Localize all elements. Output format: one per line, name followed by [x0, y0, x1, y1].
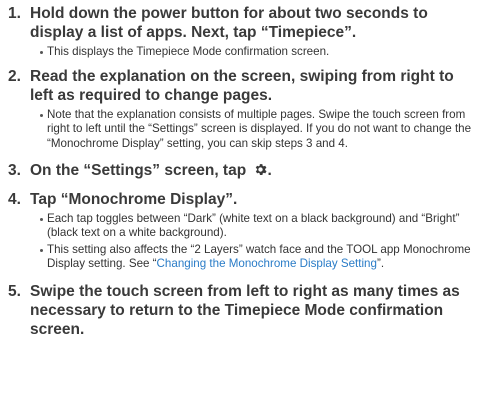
note-end: ”. [376, 257, 385, 271]
step-title-end: . [267, 161, 272, 179]
note: This displays the Timepiece Mode confirm… [40, 45, 481, 59]
step-5: 5. Swipe the touch screen from left to r… [8, 282, 481, 339]
step-notes: Each tap toggles between “Dark” (white t… [40, 212, 481, 272]
note: This setting also affects the “2 Layers”… [40, 243, 481, 271]
step-title-text: On the “Settings” screen, tap [30, 161, 247, 179]
step-notes: This displays the Timepiece Mode confirm… [40, 45, 481, 59]
note: Note that the explanation consists of mu… [40, 108, 481, 151]
step-title: Swipe the touch screen from left to righ… [30, 282, 460, 338]
step-3: 3. On the “Settings” screen, tap . [8, 161, 481, 180]
step-2: 2. Read the explanation on the screen, s… [8, 67, 481, 151]
step-title: On the “Settings” screen, tap . [30, 161, 469, 180]
instructions: 1. Hold down the power button for about … [0, 0, 489, 413]
step-1: 1. Hold down the power button for about … [8, 4, 481, 59]
step-number: 2. [8, 68, 21, 86]
step-number: 5. [8, 282, 21, 300]
step-notes: Note that the explanation consists of mu… [40, 108, 481, 151]
step-title: Tap “Monochrome Display”. [30, 190, 238, 208]
note: Each tap toggles between “Dark” (white t… [40, 212, 481, 240]
step-number: 4. [8, 190, 21, 208]
step-title: Hold down the power button for about two… [30, 5, 428, 41]
step-number: 3. [8, 161, 21, 179]
gear-icon [255, 163, 267, 175]
step-number: 1. [8, 5, 21, 22]
step-4: 4. Tap “Monochrome Display”. Each tap to… [8, 190, 481, 272]
monochrome-setting-link[interactable]: Changing the Monochrome Display Setting [157, 257, 377, 270]
step-title: Read the explanation on the screen, swip… [30, 68, 454, 105]
